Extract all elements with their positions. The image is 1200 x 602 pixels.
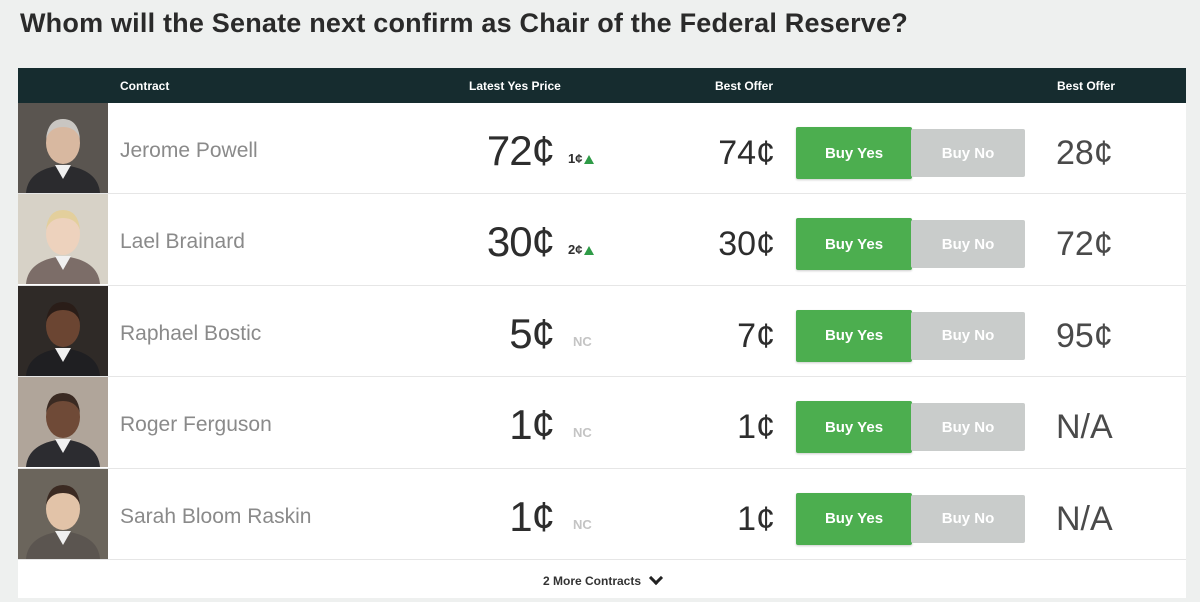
portrait-image bbox=[18, 103, 108, 193]
latest-yes-price: 1¢ bbox=[509, 492, 555, 540]
price-change-value: NC bbox=[573, 333, 592, 349]
best-offer-no-price: 72¢ bbox=[1056, 225, 1113, 264]
table-body: Jerome Powell 72¢ 1¢ 74¢ Buy Yes Buy No … bbox=[18, 103, 1186, 560]
best-offer-yes-price: 1¢ bbox=[737, 408, 775, 447]
price-change: NC bbox=[573, 425, 592, 440]
contract-row: Jerome Powell 72¢ 1¢ 74¢ Buy Yes Buy No … bbox=[18, 103, 1186, 195]
contract-name[interactable]: Jerome Powell bbox=[120, 139, 258, 163]
latest-yes-price: 72¢ bbox=[486, 127, 555, 174]
page-title: Whom will the Senate next confirm as Cha… bbox=[20, 8, 908, 38]
contracts-table: Contract Latest Yes Price Best Offer Bes… bbox=[18, 68, 1186, 598]
best-offer-yes-price: 74¢ bbox=[718, 134, 775, 172]
more-contracts-label: 2 More Contracts bbox=[542, 574, 642, 588]
buy-no-button[interactable]: Buy No bbox=[911, 129, 1025, 177]
more-contracts-toggle[interactable]: 2 More Contracts bbox=[18, 570, 1186, 588]
contract-row: Sarah Bloom Raskin 1¢ NC 1¢ Buy Yes Buy … bbox=[18, 468, 1186, 560]
buy-no-button[interactable]: Buy No bbox=[911, 220, 1025, 269]
price-change: 2¢ bbox=[568, 242, 595, 258]
chevron-down-icon bbox=[648, 570, 664, 586]
price-change-value: 1¢ bbox=[568, 151, 583, 166]
contract-name[interactable]: Lael Brainard bbox=[120, 230, 245, 254]
arrow-up-icon bbox=[584, 155, 595, 164]
buy-no-button[interactable]: Buy No bbox=[911, 311, 1025, 360]
portrait-image bbox=[18, 377, 108, 468]
portrait-image bbox=[18, 285, 108, 376]
best-offer-no-price: N/A bbox=[1056, 499, 1113, 538]
best-offer-yes-price: 7¢ bbox=[737, 316, 775, 355]
contract-row: Raphael Bostic 5¢ NC 7¢ Buy Yes Buy No 9… bbox=[18, 285, 1186, 378]
contract-name[interactable]: Raphael Bostic bbox=[120, 322, 261, 346]
column-header-best-offer-yes: Best Offer bbox=[715, 79, 774, 93]
price-change-value: 2¢ bbox=[568, 242, 583, 258]
contract-row: Roger Ferguson 1¢ NC 1¢ Buy Yes Buy No N… bbox=[18, 377, 1186, 469]
latest-yes-price: 1¢ bbox=[509, 401, 555, 449]
price-change: NC bbox=[573, 517, 592, 532]
price-change: NC bbox=[573, 334, 592, 349]
column-header-contract: Contract bbox=[120, 79, 170, 93]
best-offer-no-price: N/A bbox=[1056, 408, 1113, 447]
best-offer-yes-price: 30¢ bbox=[718, 225, 775, 264]
best-offer-yes-price: 1¢ bbox=[737, 499, 775, 538]
avatar bbox=[18, 468, 108, 559]
latest-yes-price: 30¢ bbox=[486, 218, 555, 266]
portrait-image bbox=[18, 468, 108, 559]
price-change-value: NC bbox=[573, 425, 592, 441]
buy-yes-button[interactable]: Buy Yes bbox=[796, 401, 912, 454]
buy-no-button[interactable]: Buy No bbox=[911, 403, 1025, 452]
avatar bbox=[18, 377, 108, 468]
latest-yes-price: 5¢ bbox=[509, 309, 555, 357]
price-change: 1¢ bbox=[568, 151, 595, 166]
avatar bbox=[18, 103, 108, 193]
contract-name[interactable]: Roger Ferguson bbox=[120, 413, 272, 437]
buy-yes-button[interactable]: Buy Yes bbox=[796, 309, 912, 362]
best-offer-no-price: 28¢ bbox=[1056, 134, 1113, 172]
avatar bbox=[18, 285, 108, 376]
column-header-latest-yes-price: Latest Yes Price bbox=[469, 79, 561, 93]
price-change-value: NC bbox=[573, 516, 592, 532]
best-offer-no-price: 95¢ bbox=[1056, 316, 1113, 355]
buy-no-button[interactable]: Buy No bbox=[911, 494, 1025, 543]
buy-yes-button[interactable]: Buy Yes bbox=[796, 492, 912, 545]
avatar bbox=[18, 194, 108, 285]
contract-row: Lael Brainard 30¢ 2¢ 30¢ Buy Yes Buy No … bbox=[18, 194, 1186, 286]
table-header: Contract Latest Yes Price Best Offer Bes… bbox=[18, 68, 1186, 103]
buy-yes-button[interactable]: Buy Yes bbox=[796, 127, 912, 179]
contract-name[interactable]: Sarah Bloom Raskin bbox=[120, 505, 311, 529]
portrait-image bbox=[18, 194, 108, 285]
column-header-best-offer-no: Best Offer bbox=[1057, 79, 1116, 93]
arrow-up-icon bbox=[584, 246, 595, 256]
buy-yes-button[interactable]: Buy Yes bbox=[796, 218, 912, 271]
